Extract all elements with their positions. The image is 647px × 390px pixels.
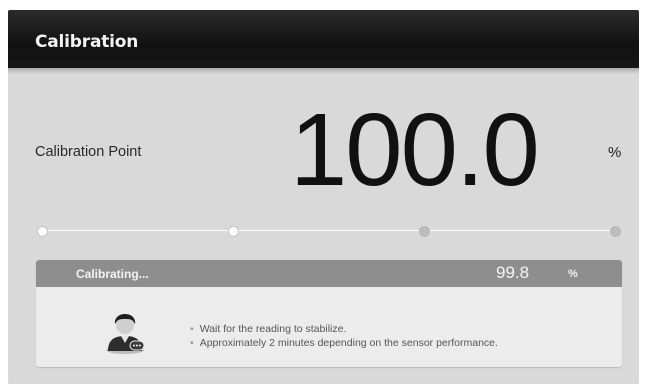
operator-avatar-icon [106,314,145,354]
title-bar-shadow [8,68,639,74]
calibration-window: Calibration Calibration Point 100.0 % Ca… [8,10,639,384]
progress-step-2 [228,226,239,237]
window-title: Calibration [35,32,139,52]
progress-step-4 [610,226,621,237]
title-bar: Calibration [8,10,639,68]
status-panel-header: Calibrating... 99.8 % [36,260,622,287]
current-reading-value: 99.8 [496,263,530,282]
instruction-item: • Wait for the reading to stabilize. [190,322,498,336]
bullet-icon: • [190,323,194,335]
instruction-item: • Approximately 2 minutes depending on th… [190,336,498,350]
status-panel: Calibrating... 99.8 % • Wait for the read… [36,260,622,367]
calibration-target-value: 100.0 [290,92,540,207]
progress-step-3 [419,226,430,237]
calibrating-status: Calibrating... [76,267,149,281]
progress-track [42,230,616,231]
current-reading-unit: % [568,268,578,280]
instruction-text: Wait for the reading to stabilize. [199,323,347,335]
calibration-target-unit: % [608,144,622,161]
bullet-icon: • [190,337,194,349]
progress-step-1 [37,226,48,237]
instruction-text: Approximately 2 minutes depending on the… [199,337,498,349]
instruction-list: • Wait for the reading to stabilize. • App… [190,322,498,350]
calibration-point-label: Calibration Point [35,144,142,160]
